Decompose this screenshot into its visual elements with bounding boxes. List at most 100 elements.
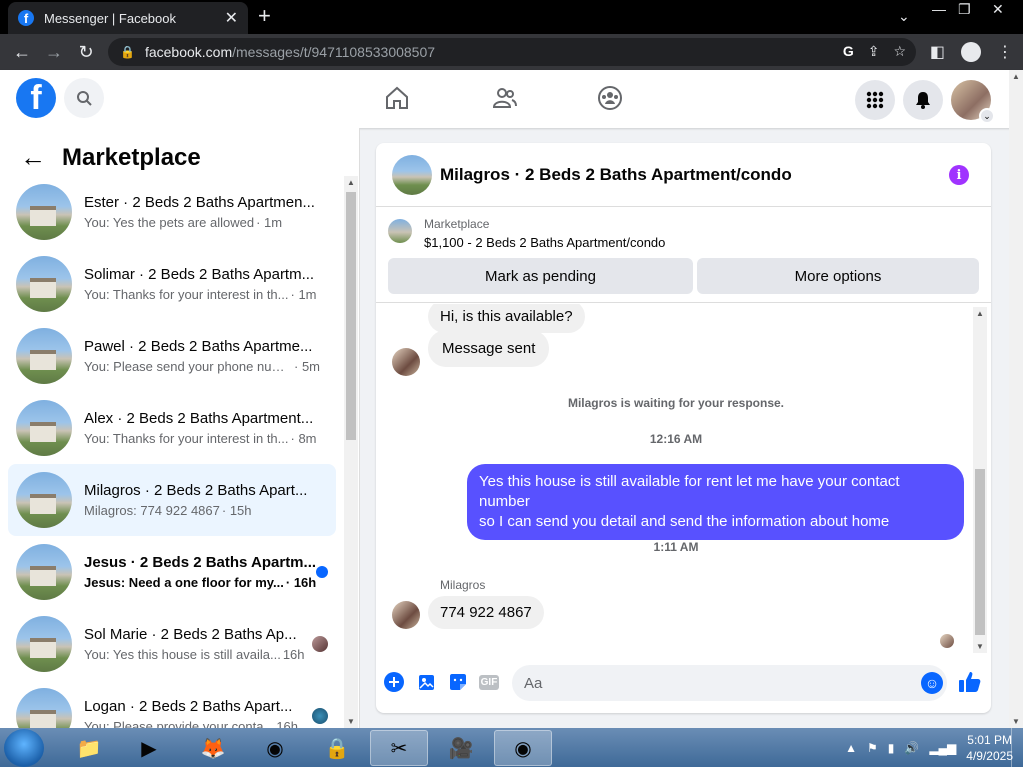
list-item[interactable]: Alex · 2 Beds 2 Baths Apartment... You: … <box>8 392 336 464</box>
chrome-profile-icon[interactable]: ◉ <box>494 730 552 766</box>
plus-circle-icon[interactable] <box>383 671 405 693</box>
conversation-scrollbar[interactable]: ▲ ▼ <box>344 176 358 728</box>
contact-avatar[interactable] <box>392 348 420 376</box>
message-input[interactable] <box>524 674 904 692</box>
listing-thumbnail[interactable] <box>388 219 412 243</box>
conversation-time: · 15h <box>221 503 252 518</box>
gif-icon[interactable]: GIF <box>478 671 500 693</box>
home-icon[interactable] <box>384 85 410 116</box>
clock-date: 4/9/2025 <box>966 749 1013 763</box>
conversation-time: 16h <box>282 647 305 662</box>
listing-thumbnail[interactable] <box>392 154 432 195</box>
account-chevron-icon[interactable]: ⌄ <box>979 108 995 124</box>
vpn-lock-icon[interactable]: 🔒 <box>308 730 366 766</box>
listing-thumbnail <box>16 472 72 528</box>
list-item[interactable]: Ester · 2 Beds 2 Baths Apartmen... You: … <box>8 176 336 248</box>
list-item[interactable]: Logan · 2 Beds 2 Baths Apart... You: Ple… <box>8 680 336 728</box>
menu-grid-icon[interactable] <box>855 80 895 120</box>
zoom-icon[interactable]: 🎥 <box>432 730 490 766</box>
chat-scrollbar[interactable]: ▲ ▼ <box>973 307 987 653</box>
address-bar[interactable]: 🔒 facebook.com/messages/t/94711085330085… <box>108 38 916 66</box>
show-desktop-button[interactable] <box>1011 728 1023 767</box>
tab-close-icon[interactable]: ✕ <box>225 8 238 28</box>
clock-time: 5:01 PM <box>967 733 1012 747</box>
snipping-tool-icon[interactable]: ✂ <box>370 730 428 766</box>
back-icon[interactable]: ← <box>6 42 38 63</box>
windows-taskbar: 📁 ▶ 🦊 ◉ 🔒 ✂ 🎥 ◉ ▲ ⚑ ▮ 🔊 ▂▄▆ 5:01 PM 4/9/… <box>0 728 1023 767</box>
restore-icon[interactable]: ❐ <box>958 1 971 18</box>
message-bubble: Hi, is this available? <box>428 304 585 333</box>
conversation-snippet: Jesus: Need a one floor for my... <box>84 575 284 590</box>
list-item[interactable]: Solimar · 2 Beds 2 Baths Apartm... You: … <box>8 248 336 320</box>
conversation-name: Ester · 2 Beds 2 Baths Apartmen... <box>84 194 315 211</box>
lock-icon[interactable]: 🔒 <box>120 45 135 59</box>
scroll-up-icon[interactable]: ▲ <box>1012 72 1020 81</box>
firefox-icon[interactable]: 🦊 <box>184 730 242 766</box>
side-panel-icon[interactable]: ◧ <box>930 42 945 62</box>
account-avatar[interactable]: ⌄ <box>951 80 995 124</box>
volume-icon[interactable]: 🔊 <box>904 741 919 755</box>
start-button-icon[interactable] <box>4 729 44 767</box>
window-close-icon[interactable]: ✕ <box>992 1 1004 18</box>
list-item[interactable]: Pawel · 2 Beds 2 Baths Apartme... You: P… <box>8 320 336 392</box>
chrome-icon[interactable]: ◉ <box>246 730 304 766</box>
message-line: Yes this house is still available for re… <box>479 473 900 510</box>
tray-expand-icon[interactable]: ▲ <box>845 741 857 755</box>
new-tab-icon[interactable]: + <box>258 5 271 27</box>
contact-avatar[interactable] <box>392 601 420 629</box>
clock[interactable]: 5:01 PM 4/9/2025 <box>966 732 1013 764</box>
emoji-icon[interactable]: ☺ <box>921 672 943 694</box>
conversation-time: · 5m <box>294 359 320 374</box>
list-item-active[interactable]: Milagros · 2 Beds 2 Baths Apart... Milag… <box>8 464 336 536</box>
profile-icon[interactable] <box>961 42 981 62</box>
network-warning-icon[interactable]: ⚑ <box>867 741 878 755</box>
scroll-down-icon[interactable]: ▼ <box>1012 717 1020 726</box>
photo-icon[interactable] <box>415 671 437 693</box>
list-item-unread[interactable]: Jesus · 2 Beds 2 Baths Apartm... Jesus: … <box>8 536 336 608</box>
mark-as-pending-button[interactable]: Mark as pending <box>388 258 693 294</box>
bookmark-star-icon[interactable]: ☆ <box>893 43 906 60</box>
friends-icon[interactable] <box>492 85 518 116</box>
scrollbar-thumb[interactable] <box>975 469 985 635</box>
search-icon[interactable] <box>64 78 104 118</box>
conversation-name: Logan · 2 Beds 2 Baths Apart... <box>84 698 293 715</box>
scroll-down-icon[interactable]: ▼ <box>347 717 355 726</box>
info-icon[interactable]: i <box>949 165 969 185</box>
scrollbar-thumb[interactable] <box>346 192 356 440</box>
conversation-name: Jesus · 2 Beds 2 Baths Apartm... <box>84 554 317 571</box>
battery-icon[interactable]: ▮ <box>888 741 895 755</box>
sticker-icon[interactable] <box>447 671 469 693</box>
chat-title[interactable]: Milagros · 2 Beds 2 Baths Apartment/cond… <box>440 165 792 185</box>
list-item[interactable]: Sol Marie · 2 Beds 2 Baths Ap... You: Ye… <box>8 608 336 680</box>
url-host: facebook.com <box>144 44 233 60</box>
listing-thumbnail <box>16 688 72 728</box>
tab-search-icon[interactable]: ⌄ <box>898 8 910 25</box>
file-explorer-icon[interactable]: 📁 <box>60 730 118 766</box>
minimize-icon[interactable]: — <box>932 1 946 17</box>
share-icon[interactable]: ⇪ <box>868 43 880 60</box>
media-player-icon[interactable]: ▶ <box>120 730 178 766</box>
facebook-logo-icon[interactable]: f <box>16 78 56 118</box>
conversation-snippet: You: Yes the pets are allowed <box>84 215 255 230</box>
scroll-down-icon[interactable]: ▼ <box>976 642 984 651</box>
waiting-notice: Milagros is waiting for your response. <box>567 396 785 410</box>
message-input-box[interactable]: ☺ <box>512 665 947 701</box>
outgoing-message-bubble: Yes this house is still available for re… <box>467 464 964 540</box>
forward-icon[interactable]: → <box>38 42 70 63</box>
browser-tabstrip: f Messenger | Facebook ✕ + ⌄ — ❐ ✕ <box>0 0 1023 34</box>
conversation-snippet: You: Thanks for your interest in th... <box>84 287 289 302</box>
more-options-button[interactable]: More options <box>697 258 979 294</box>
scroll-up-icon[interactable]: ▲ <box>347 178 355 187</box>
back-arrow-icon[interactable]: ← <box>20 142 46 173</box>
signal-icon[interactable]: ▂▄▆ <box>929 741 956 755</box>
listing-title[interactable]: $1,100 - 2 Beds 2 Baths Apartment/condo <box>424 235 665 250</box>
browser-tab[interactable]: f Messenger | Facebook ✕ <box>8 2 248 34</box>
reload-icon[interactable]: ↻ <box>70 42 102 63</box>
notifications-bell-icon[interactable] <box>903 80 943 120</box>
thumbs-up-icon[interactable] <box>957 669 983 695</box>
groups-icon[interactable] <box>597 85 623 116</box>
scroll-up-icon[interactable]: ▲ <box>976 309 984 318</box>
menu-kebab-icon[interactable]: ⋮ <box>997 42 1013 62</box>
google-icon[interactable]: G <box>843 43 854 60</box>
page-scrollbar[interactable]: ▲ ▼ <box>1009 70 1023 728</box>
